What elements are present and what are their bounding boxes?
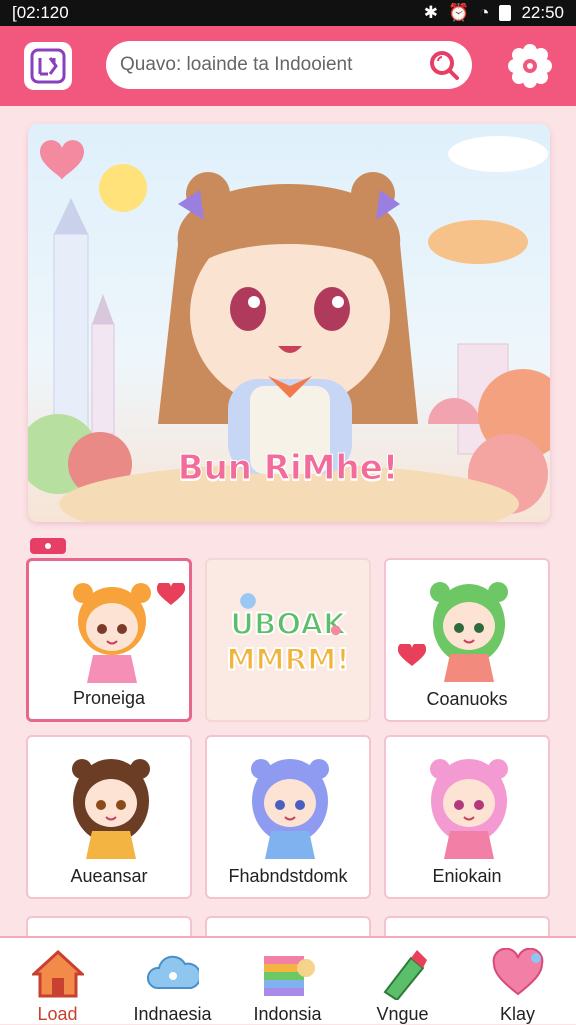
svg-text:UBOAK: UBOAK: [230, 607, 347, 641]
status-time-left: [02:120: [12, 3, 69, 22]
crayon-icon: [383, 950, 427, 1000]
cloud-icon: [147, 955, 199, 989]
character-card-1[interactable]: Proneiga: [26, 558, 192, 722]
character-illustration: [430, 582, 508, 682]
character-illustration: [72, 759, 150, 859]
nav-label: Vngue: [376, 1004, 429, 1024]
nav-label: Load: [37, 1004, 78, 1024]
bluetooth-icon: ✱: [423, 3, 438, 22]
wifi-icon: ◔: [479, 3, 490, 22]
card-label: Eniokain: [432, 866, 502, 886]
nav-item-home[interactable]: Load: [0, 942, 115, 1024]
rainbow-icon: [264, 956, 315, 996]
search-icon: [430, 51, 459, 80]
app-logo-icon[interactable]: [24, 42, 72, 90]
svg-text:MMRM!: MMRM!: [226, 642, 349, 676]
card-peek[interactable]: [205, 916, 371, 938]
alarm-icon: ⏰: [448, 3, 470, 22]
sticker-text-art: UBOAK MMRM!: [225, 593, 351, 677]
house-icon: [32, 949, 84, 998]
heart-sticker-icon: [157, 583, 185, 605]
nav-label: Klay: [499, 1004, 535, 1024]
search-input-value: Quavo: loainde ta Indooient: [120, 54, 353, 75]
banner-title: Bun RiMhe!: [177, 448, 399, 489]
character-illustration: [430, 759, 508, 859]
search-button[interactable]: [424, 45, 464, 85]
heart-sticker-icon: [398, 644, 426, 666]
section-indicator: [30, 538, 66, 554]
app-header: Quavo: loainde ta Indooient: [0, 26, 576, 106]
character-card-6[interactable]: Eniokain: [384, 735, 550, 899]
nav-label: Indonsia: [253, 1004, 322, 1024]
card-label: Fhabndstdomk: [228, 866, 348, 886]
nav-item-cloud[interactable]: Indnaesia: [115, 942, 230, 1024]
gear-icon: [508, 44, 552, 88]
character-illustration: [251, 759, 329, 859]
sticker-card[interactable]: UBOAK MMRM!: [205, 558, 371, 722]
bottom-nav: Load Indnaesia Indonsia Vngue Klay: [0, 936, 576, 1024]
card-peek[interactable]: [384, 916, 550, 938]
status-time-right: 22:50: [521, 3, 564, 22]
character-card-4[interactable]: Aueansar: [26, 735, 192, 899]
card-label: Coanuoks: [426, 689, 508, 709]
nav-label: Indnaesia: [133, 1004, 212, 1024]
character-illustration: [73, 583, 151, 683]
status-bar: [02:120 ✱ ⏰ ◔ 22:50: [0, 0, 576, 26]
card-label: Proneiga: [72, 688, 146, 708]
battery-icon: [499, 5, 512, 21]
search-input[interactable]: Quavo: loainde ta Indooient: [106, 41, 472, 89]
nav-item-crayon[interactable]: Vngue: [345, 942, 460, 1024]
card-label: Aueansar: [70, 866, 148, 886]
nav-item-rainbow[interactable]: Indonsia: [230, 942, 345, 1024]
card-peek[interactable]: [26, 916, 192, 938]
character-card-5[interactable]: Fhabndstdomk: [205, 735, 371, 899]
nav-item-heart[interactable]: Klay: [460, 942, 575, 1024]
character-card-3[interactable]: Coanuoks: [384, 558, 550, 722]
settings-button[interactable]: [506, 42, 554, 90]
heart-icon: [492, 948, 544, 996]
